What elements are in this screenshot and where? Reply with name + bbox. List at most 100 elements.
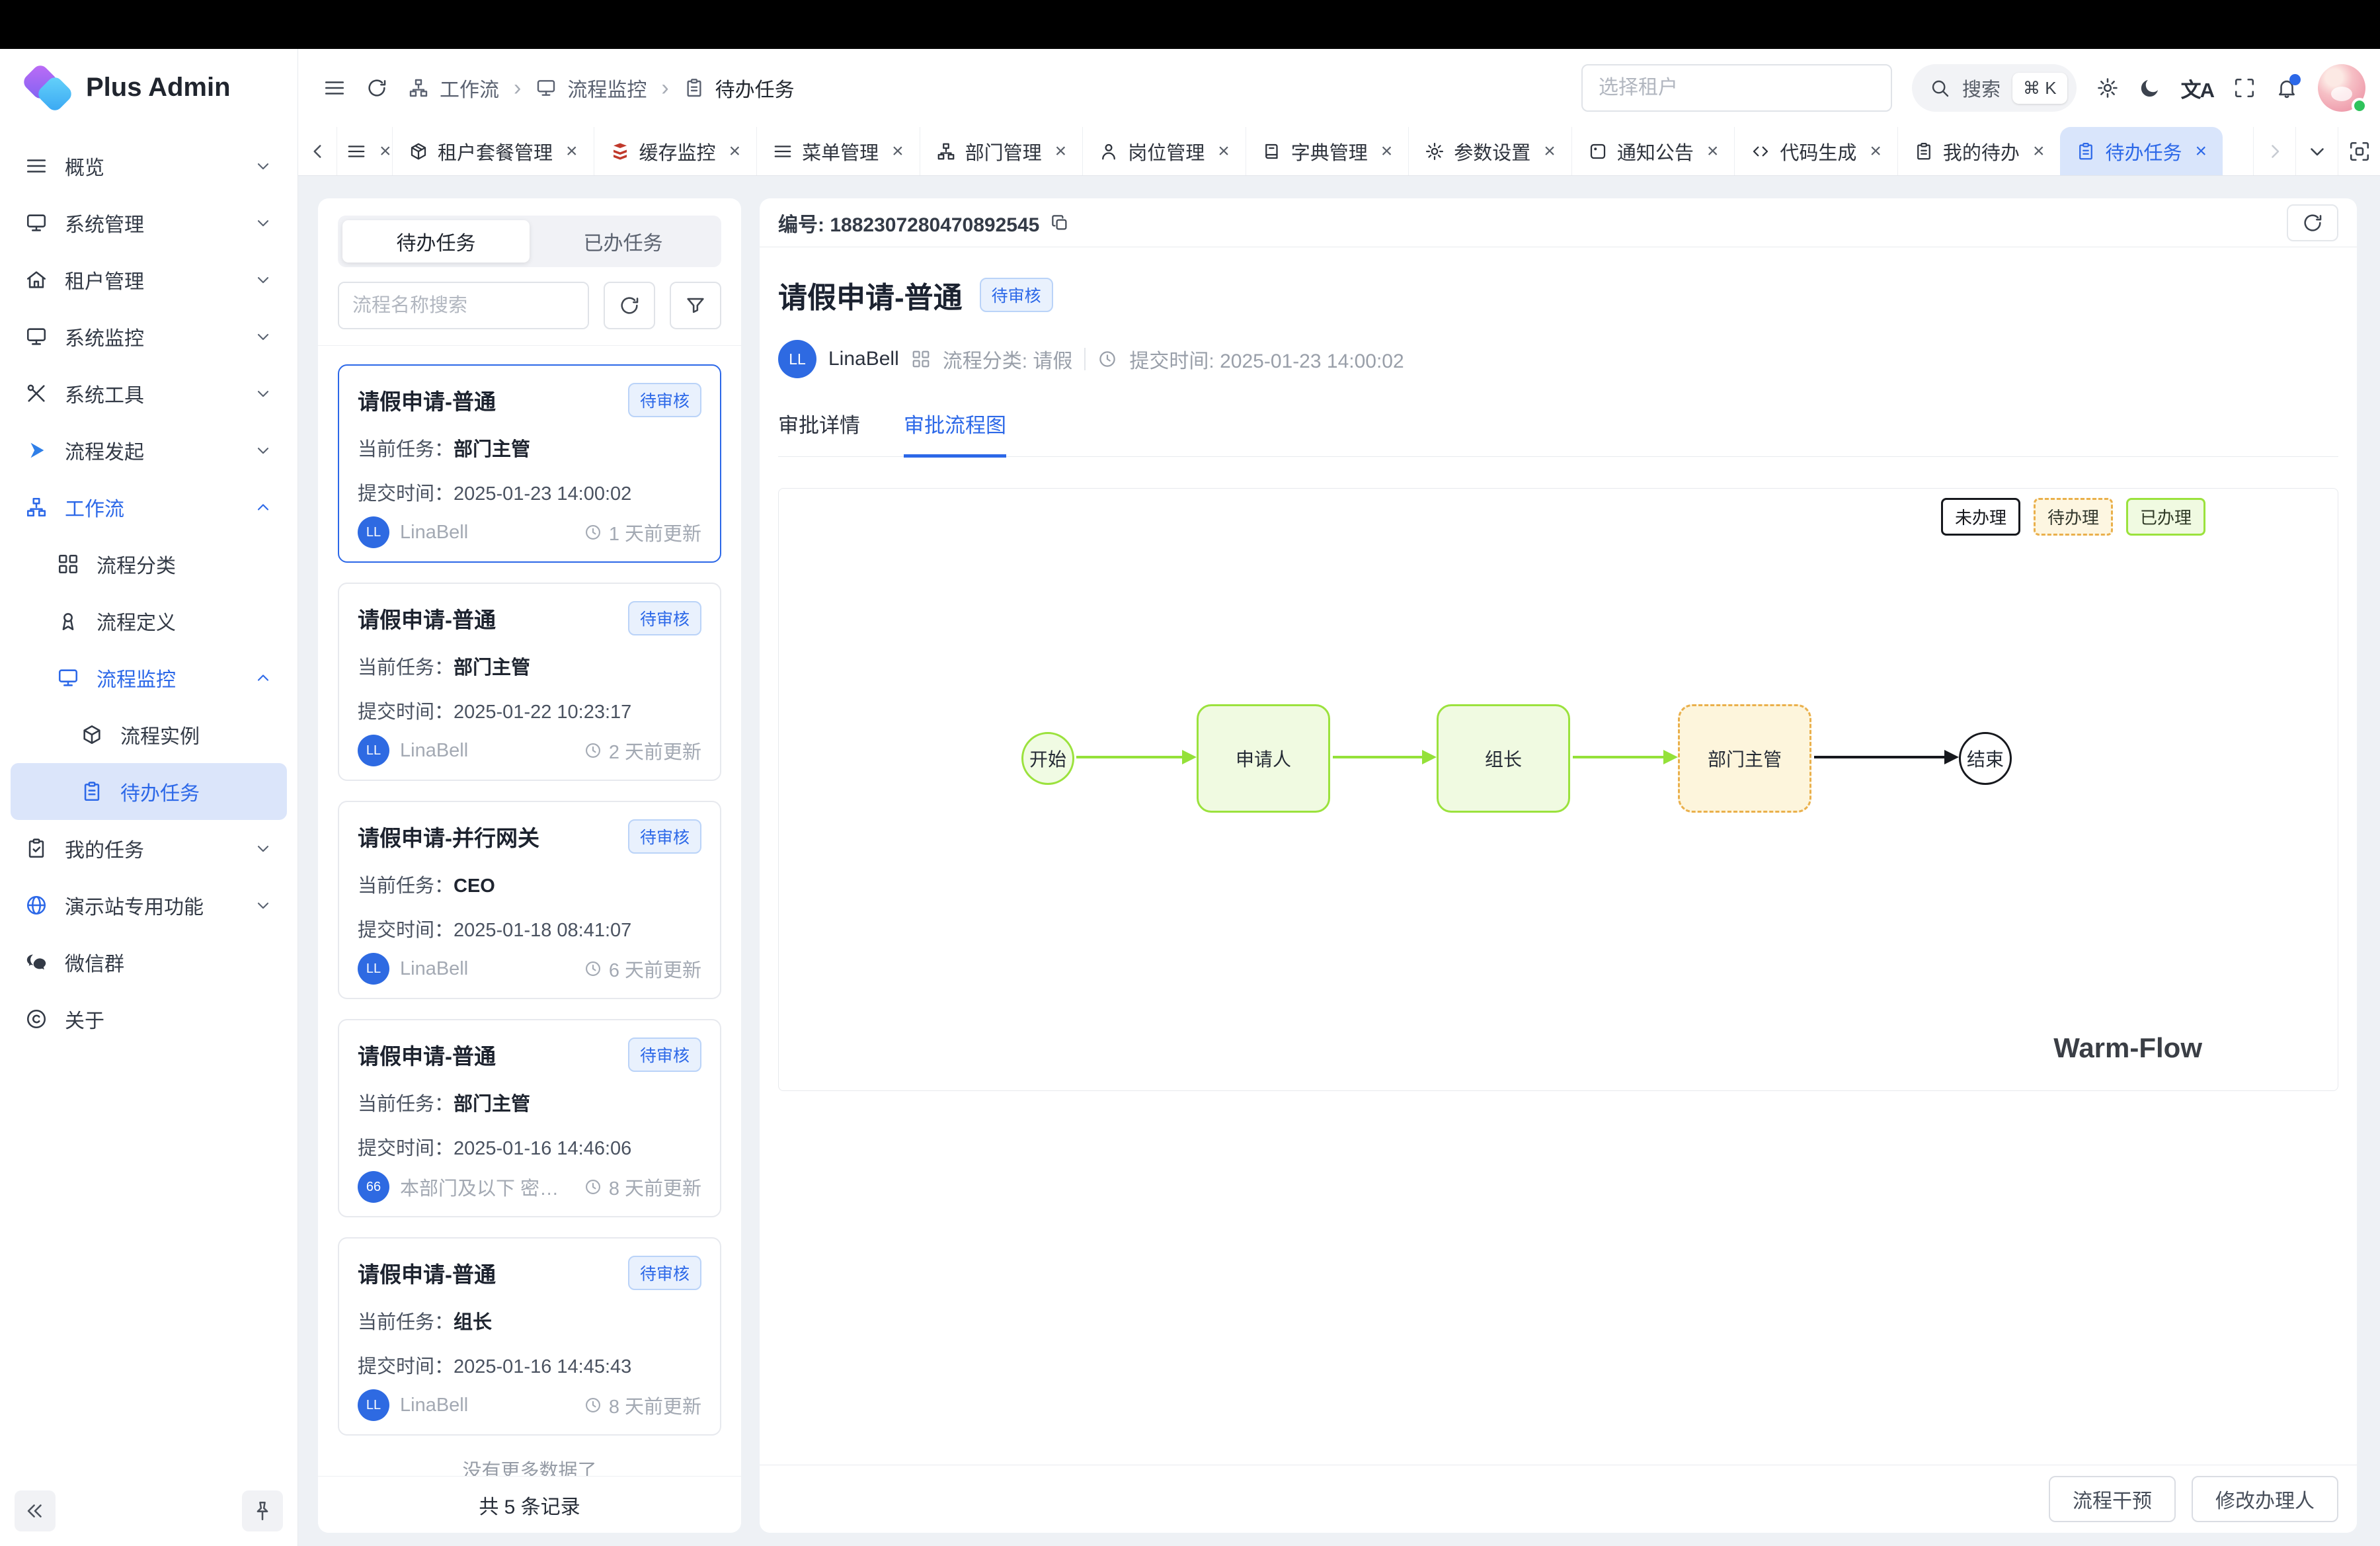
search-shortcut-badge: ⌘ K [2012, 73, 2067, 104]
page-refresh-icon[interactable] [366, 77, 388, 99]
tab-todo-tasks[interactable]: 待办任务 [342, 220, 530, 263]
tab-cache-monitor[interactable]: 缓存监控 × [594, 127, 757, 175]
tab-tenant-package[interactable]: 租户套餐管理 × [392, 127, 594, 175]
sidebar-item-flow-instance[interactable]: 流程实例 [11, 706, 287, 763]
tab-approval-detail[interactable]: 审批详情 [778, 409, 860, 456]
clipboard-icon [81, 780, 103, 803]
flow-node-start[interactable]: 开始 [1021, 732, 1074, 785]
flow-intervene-button[interactable]: 流程干预 [2049, 1476, 2176, 1522]
workflow-tree-icon [25, 496, 48, 518]
tab-done-tasks[interactable]: 已办任务 [530, 220, 717, 263]
chevron-down-icon [2306, 140, 2328, 163]
sidebar-item-flow-definition[interactable]: 流程定义 [11, 592, 287, 649]
sidebar-pin-button[interactable] [242, 1490, 283, 1531]
sidebar-item-flow-category[interactable]: 流程分类 [11, 536, 287, 592]
sidebar-item-about[interactable]: 关于 [11, 991, 287, 1047]
close-icon[interactable]: × [892, 140, 904, 163]
task-card[interactable]: 请假申请-普通 待审核 当前任务：部门主管 提交时间：2025-01-23 14… [338, 364, 721, 563]
close-icon[interactable]: × [2195, 140, 2207, 163]
fullscreen-icon[interactable] [2233, 77, 2256, 99]
breadcrumb-item[interactable]: 工作流 [440, 73, 499, 102]
close-icon[interactable]: × [2033, 140, 2045, 163]
task-tabs: 待办任务 已办任务 [338, 216, 721, 267]
task-refresh-button[interactable] [604, 282, 655, 329]
breadcrumb-item[interactable]: 流程监控 [567, 73, 647, 102]
sidebar-item-flow-monitor[interactable]: 流程监控 [11, 649, 287, 706]
tab-dept-mgmt[interactable]: 部门管理 × [920, 127, 1083, 175]
sidebar-item-flow-initiate[interactable]: 流程发起 [11, 422, 287, 479]
close-icon[interactable]: × [379, 140, 391, 163]
clock-icon [1097, 349, 1117, 369]
flow-node-dept-manager[interactable]: 部门主管 [1678, 704, 1811, 813]
close-icon[interactable]: × [729, 140, 741, 163]
close-icon[interactable]: × [1544, 140, 1556, 163]
tabs-menu-button[interactable] [2295, 127, 2338, 175]
moon-icon[interactable] [2139, 77, 2161, 99]
sidebar-item-todo-tasks[interactable]: 待办任务 [11, 763, 287, 820]
sidebar-item-my-tasks[interactable]: 我的任务 [11, 820, 287, 877]
tabs-scroll-right-button[interactable] [2253, 127, 2295, 175]
sidebar-item-demo-features[interactable]: 演示站专用功能 [11, 877, 287, 934]
requester-name: LinaBell [828, 348, 899, 370]
global-search[interactable]: 搜索 ⌘ K [1912, 64, 2077, 112]
grid-icon [911, 349, 931, 369]
menu-lines-icon [25, 155, 48, 177]
close-icon[interactable]: × [1055, 140, 1067, 163]
close-icon[interactable]: × [1870, 140, 1882, 163]
task-filter-button[interactable] [670, 282, 721, 329]
legend-not-handled: 未办理 [1941, 498, 2020, 536]
task-search-input[interactable] [339, 283, 589, 328]
close-icon[interactable]: × [1381, 140, 1393, 163]
tab-notice[interactable]: 通知公告 × [1571, 127, 1735, 175]
avatar: LL [358, 516, 389, 548]
sidebar-item-system-monitor[interactable]: 系统监控 [11, 308, 287, 365]
sidebar-item-tenant-mgmt[interactable]: 租户管理 [11, 251, 287, 308]
flow-node-applicant[interactable]: 申请人 [1197, 704, 1330, 813]
flow-node-end[interactable]: 结束 [1959, 732, 2012, 785]
brand: Plus Admin [0, 49, 298, 126]
hamburger-menu-icon[interactable] [323, 77, 346, 99]
funnel-icon [684, 294, 707, 317]
menu-lines-icon [773, 142, 793, 161]
content-fullscreen-button[interactable] [2338, 127, 2380, 175]
sidebar-collapse-button[interactable] [15, 1490, 56, 1531]
change-assignee-button[interactable]: 修改办理人 [2192, 1476, 2338, 1522]
close-icon[interactable]: × [1707, 140, 1719, 163]
tab-approval-diagram[interactable]: 审批流程图 [904, 409, 1006, 458]
tab-dict-mgmt[interactable]: 字典管理 × [1246, 127, 1409, 175]
tab-clipped[interactable]: × [337, 127, 392, 175]
close-icon[interactable]: × [566, 140, 578, 163]
tab-my-todo[interactable]: 我的待办 × [1897, 127, 2061, 175]
close-icon[interactable]: × [1218, 140, 1230, 163]
chevron-down-icon [254, 270, 272, 289]
stamp-icon [57, 610, 79, 632]
user-avatar[interactable] [2318, 64, 2365, 112]
divider [1084, 348, 1086, 370]
copy-id-button[interactable] [1050, 213, 1070, 233]
sidebar-item-overview[interactable]: 概览 [11, 138, 287, 194]
tab-todo-tasks-active[interactable]: 待办任务 × [2060, 127, 2223, 175]
task-card[interactable]: 请假申请-普通 待审核 当前任务：组长 提交时间：2025-01-16 14:4… [338, 1237, 721, 1436]
sidebar-item-system-tools[interactable]: 系统工具 [11, 365, 287, 422]
detail-refresh-button[interactable] [2287, 204, 2338, 241]
task-card[interactable]: 请假申请-并行网关 待审核 当前任务：CEO 提交时间：2025-01-18 0… [338, 801, 721, 999]
gear-icon[interactable] [2096, 77, 2119, 99]
flow-diagram-canvas[interactable]: 未办理 待办理 已办理 开始 申请人 组长 部门主管 结束 Warm-Flow [778, 488, 2338, 1091]
flow-node-team-leader[interactable]: 组长 [1437, 704, 1570, 813]
tenant-select[interactable] [1581, 64, 1892, 112]
translate-icon[interactable]: 文A [2181, 73, 2213, 103]
tab-post-mgmt[interactable]: 岗位管理 × [1082, 127, 1246, 175]
detail-body: 请假申请-普通 待审核 LL LinaBell 流程分类: 请假 提交时间: 2… [760, 247, 2357, 457]
sidebar-item-wechat-group[interactable]: 微信群 [11, 934, 287, 991]
tab-code-gen[interactable]: 代码生成 × [1734, 127, 1897, 175]
task-card[interactable]: 请假申请-普通 待审核 当前任务：部门主管 提交时间：2025-01-22 10… [338, 583, 721, 781]
tabs-scroll-left-button[interactable] [298, 127, 337, 175]
tab-param-settings[interactable]: 参数设置 × [1408, 127, 1571, 175]
tab-menu-mgmt[interactable]: 菜单管理 × [756, 127, 920, 175]
notifications-button[interactable] [2276, 77, 2298, 99]
task-list-total: 共 5 条记录 [318, 1476, 741, 1533]
sidebar-item-workflow[interactable]: 工作流 [11, 479, 287, 536]
sidebar-item-system-mgmt[interactable]: 系统管理 [11, 194, 287, 251]
refresh-icon [2301, 212, 2324, 234]
task-card[interactable]: 请假申请-普通 待审核 当前任务：部门主管 提交时间：2025-01-16 14… [338, 1019, 721, 1217]
